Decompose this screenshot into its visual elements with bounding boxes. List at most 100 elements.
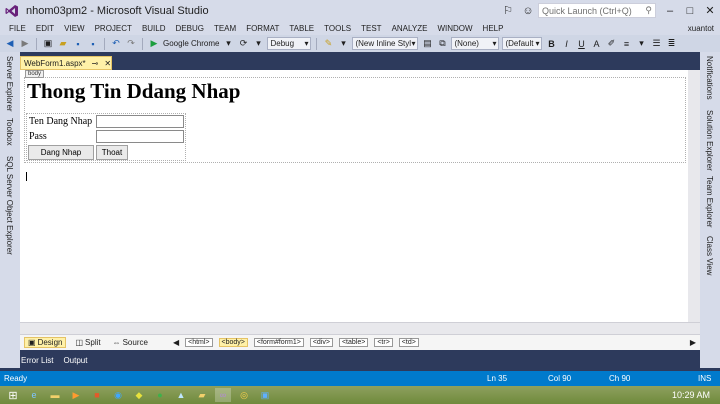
bold-button[interactable]: B (545, 38, 557, 50)
crumb-div[interactable]: <div> (309, 338, 333, 347)
server-explorer-tab[interactable]: Server Explorer (5, 56, 14, 112)
save-all-icon[interactable]: ▪ (87, 38, 99, 50)
start-button-icon[interactable]: ⊞ (5, 388, 21, 402)
new-style-icon[interactable]: ▤ (421, 38, 433, 50)
solution-explorer-tab[interactable]: Solution Explorer (705, 110, 714, 171)
vertical-scrollbar[interactable] (688, 70, 700, 322)
document-tab-webform1[interactable]: WebForm1.aspx* ⊸ ✕ (20, 56, 112, 70)
menu-test[interactable]: TEST (356, 24, 386, 33)
menu-table[interactable]: TABLE (284, 24, 319, 33)
menu-tools[interactable]: TOOLS (319, 24, 356, 33)
dropdown-arrow-icon[interactable]: ▾ (337, 38, 349, 50)
design-view-button[interactable]: ▣ Design (24, 337, 67, 348)
menu-file[interactable]: FILE (4, 24, 31, 33)
notifications-tab[interactable]: Notifications (705, 56, 714, 100)
attach-style-icon[interactable]: ⧉ (436, 38, 448, 50)
menu-analyze[interactable]: ANALYZE (387, 24, 433, 33)
class-view-tab[interactable]: Class View (705, 236, 714, 275)
app-icon[interactable]: ▣ (257, 388, 273, 402)
login-table[interactable]: Ten Dang Nhap Pass Dang Nhap Thoat (26, 113, 186, 161)
style-combo[interactable]: (New Inline Style)▾ (352, 37, 419, 50)
menu-debug[interactable]: DEBUG (171, 24, 209, 33)
start-debug-icon[interactable]: ▶ (148, 38, 160, 50)
password-label: Pass (29, 131, 47, 142)
numbered-list-icon[interactable]: ≣ (665, 38, 677, 50)
dropdown-arrow-icon[interactable]: ▾ (635, 38, 647, 50)
menu-project[interactable]: PROJECT (90, 24, 137, 33)
style-brush-icon[interactable]: ✎ (322, 38, 334, 50)
password-input[interactable] (96, 130, 184, 143)
minimize-button[interactable]: – (660, 2, 680, 20)
new-project-icon[interactable]: ▣ (42, 38, 54, 50)
open-folder-icon[interactable]: ▰ (57, 38, 69, 50)
back-icon[interactable]: ◀ (4, 38, 16, 50)
redo-icon[interactable]: ↷ (125, 38, 137, 50)
file-explorer-icon[interactable]: ▬ (47, 388, 63, 402)
app-icon[interactable]: ▰ (194, 388, 210, 402)
app-icon[interactable]: ◉ (110, 388, 126, 402)
sql-server-object-explorer-tab[interactable]: SQL Server Object Explorer (5, 156, 14, 255)
toolbox-tab[interactable]: Toolbox (5, 118, 14, 146)
font-color-icon[interactable]: A (590, 38, 602, 50)
feedback-icon[interactable]: ☺ (518, 2, 538, 20)
text-caret (26, 172, 27, 181)
forward-icon[interactable]: ▶ (19, 38, 31, 50)
crumb-html[interactable]: <html> (185, 338, 213, 347)
login-button[interactable]: Dang Nhap (28, 145, 94, 160)
taskbar-clock[interactable]: 10:29 AM (672, 390, 710, 400)
refresh-icon[interactable]: ⟳ (237, 38, 249, 50)
user-name[interactable]: xuantot (688, 24, 714, 33)
visual-studio-taskbar-icon[interactable]: ∞ (215, 388, 231, 402)
highlight-icon[interactable]: ✐ (605, 38, 617, 50)
exit-button[interactable]: Thoat (96, 145, 128, 160)
configuration-combo[interactable]: Debug ▾ (267, 37, 312, 50)
maximize-button[interactable]: □ (680, 2, 700, 20)
ie-icon[interactable]: e (26, 388, 42, 402)
crumb-form[interactable]: <form#form1> (253, 338, 304, 347)
italic-button[interactable]: I (560, 38, 572, 50)
font-combo[interactable]: (Default ▾ (502, 37, 543, 50)
menu-team[interactable]: TEAM (209, 24, 241, 33)
app-icon[interactable]: ◆ (131, 388, 147, 402)
scroll-right-icon[interactable]: ▶ (690, 338, 696, 347)
chrome-icon[interactable]: ◎ (236, 388, 252, 402)
target-rule-combo[interactable]: (None) ▾ (451, 37, 500, 50)
crumb-table[interactable]: <table> (338, 338, 369, 347)
undo-icon[interactable]: ↶ (110, 38, 122, 50)
scroll-left-icon[interactable]: ◀ (173, 338, 179, 347)
menu-build[interactable]: BUILD (137, 24, 171, 33)
save-icon[interactable]: ▪ (72, 38, 84, 50)
media-player-icon[interactable]: ▶ (68, 388, 84, 402)
close-button[interactable]: ✕ (700, 2, 720, 20)
align-icon[interactable]: ≡ (620, 38, 632, 50)
browser-selector[interactable]: Google Chrome (163, 39, 219, 48)
menu-format[interactable]: FORMAT (241, 24, 284, 33)
team-explorer-tab[interactable]: Team Explorer (705, 176, 714, 228)
bullet-list-icon[interactable]: ☰ (650, 38, 662, 50)
dropdown-arrow-icon[interactable]: ▾ (222, 38, 234, 50)
app-icon[interactable]: ● (152, 388, 168, 402)
quick-launch-input[interactable]: Quick Launch (Ctrl+Q) ⚲ (538, 3, 656, 18)
menu-help[interactable]: HELP (478, 24, 509, 33)
app-icon[interactable]: ■ (89, 388, 105, 402)
menu-window[interactable]: WINDOW (432, 24, 477, 33)
pin-icon[interactable]: ⊸ (92, 59, 99, 68)
output-tab[interactable]: Output (63, 356, 87, 365)
username-input[interactable] (96, 115, 184, 128)
error-list-tab[interactable]: Error List (21, 356, 53, 365)
app-icon[interactable]: ▲ (173, 388, 189, 402)
dropdown-arrow-icon[interactable]: ▾ (252, 38, 264, 50)
close-tab-icon[interactable]: ✕ (104, 59, 111, 68)
crumb-td[interactable]: <td> (398, 338, 419, 347)
crumb-tr[interactable]: <tr> (374, 338, 393, 347)
menu-edit[interactable]: EDIT (31, 24, 59, 33)
horizontal-scrollbar[interactable] (20, 322, 700, 334)
split-view-button[interactable]: ◫ Split (72, 338, 103, 347)
page-heading[interactable]: Thong Tin Ddang Nhap (27, 79, 240, 104)
source-view-button[interactable]: ⇔ Source (110, 338, 151, 347)
design-surface[interactable]: body Thong Tin Ddang Nhap Ten Dang Nhap … (20, 70, 700, 334)
menu-view[interactable]: VIEW (59, 24, 89, 33)
underline-button[interactable]: U (575, 38, 587, 50)
notifications-flag-icon[interactable]: ⚐ (498, 2, 518, 20)
crumb-body[interactable]: <body> (218, 338, 248, 347)
